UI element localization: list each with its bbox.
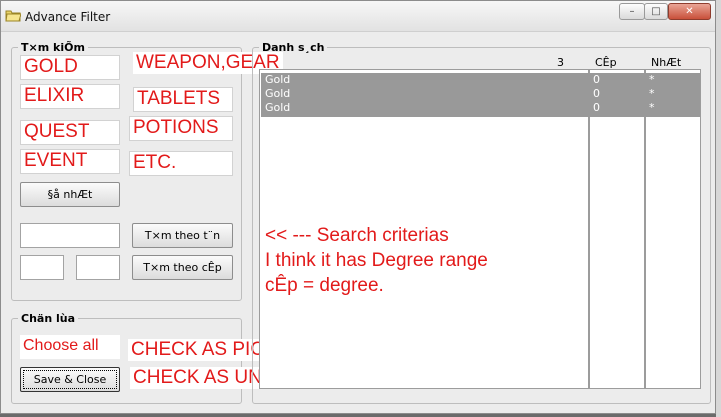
column-header-pick[interactable]: NhÆt [651, 56, 681, 69]
category-quest[interactable]: QUEST [20, 120, 120, 145]
update-button[interactable]: §å nhÆt [20, 182, 120, 207]
annotation-search-criteria: << --- Search criterias [265, 225, 449, 246]
row-level: 0 [593, 73, 600, 86]
search-group-legend: T×m kiÕm [21, 41, 85, 54]
column-divider [588, 70, 590, 388]
row-name: Gold [265, 101, 291, 114]
background-edge [716, 0, 721, 417]
annotation-degree-range: I think it has Degree range [265, 250, 488, 271]
column-header-level[interactable]: CÊp [595, 56, 617, 69]
table-row[interactable]: Gold 0 * [261, 101, 700, 117]
choose-all-checkbox[interactable]: Choose all [20, 335, 120, 359]
category-tablets[interactable]: TABLETS [133, 87, 233, 112]
table-row[interactable]: Gold 0 * [261, 87, 700, 101]
close-button[interactable]: ✕ [668, 3, 711, 20]
table-row[interactable]: Gold 0 * [261, 73, 700, 87]
row-level: 0 [593, 87, 600, 100]
search-by-level-button[interactable]: T×m theo cÊp [132, 255, 233, 280]
row-name: Gold [265, 73, 291, 86]
save-close-button[interactable]: Save & Close [20, 367, 120, 392]
category-potions[interactable]: POTIONS [129, 116, 233, 141]
advance-filter-window: Advance Filter – □ ✕ T×m kiÕm GOLD WEAPO… [0, 0, 716, 414]
row-level: 0 [593, 101, 600, 114]
level-max-input[interactable] [76, 255, 120, 280]
category-etc[interactable]: ETC. [129, 151, 233, 176]
level-min-input[interactable] [20, 255, 64, 280]
row-pick: * [649, 73, 655, 86]
row-pick: * [649, 101, 655, 114]
window-title: Advance Filter [25, 10, 111, 24]
column-divider [644, 70, 646, 388]
column-header-count[interactable]: 3 [557, 56, 564, 69]
category-elixir[interactable]: ELIXIR [20, 84, 120, 109]
row-pick: * [649, 87, 655, 100]
select-group-legend: Chän lùa [21, 312, 76, 325]
list-group-legend: Danh s¸ch [262, 41, 325, 54]
category-gold[interactable]: GOLD [20, 55, 120, 80]
annotation-cep-degree: cÊp = degree. [265, 275, 384, 296]
title-bar[interactable]: Advance Filter – □ ✕ [1, 1, 715, 32]
maximize-button[interactable]: □ [644, 3, 668, 20]
folder-icon [5, 10, 21, 22]
search-by-name-button[interactable]: T×m theo t¨n [132, 223, 233, 248]
minimize-button[interactable]: – [619, 3, 645, 20]
category-event[interactable]: EVENT [20, 149, 120, 174]
name-search-input[interactable] [20, 223, 120, 248]
row-name: Gold [265, 87, 291, 100]
